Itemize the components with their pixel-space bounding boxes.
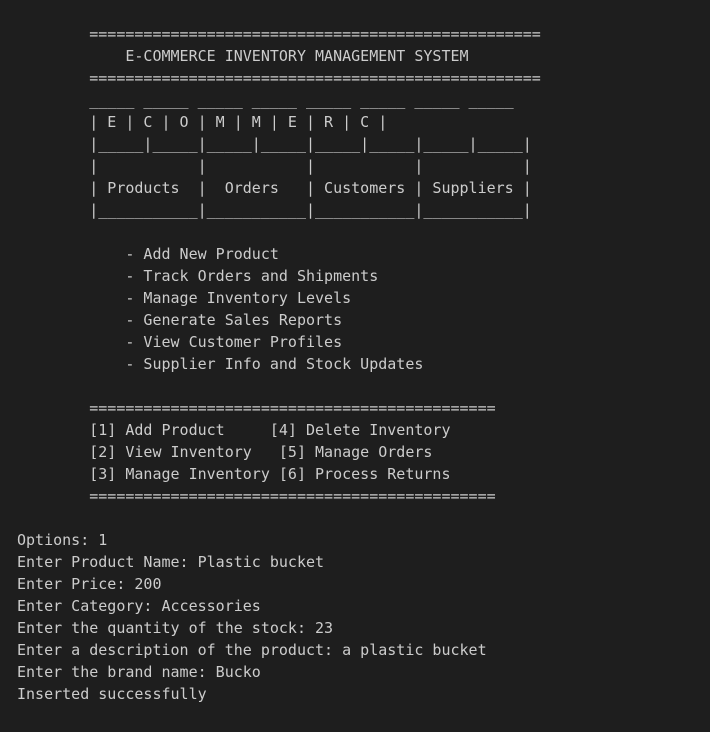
banner-rule-bottom: ========================================…	[17, 69, 541, 87]
menu-row: [1] Add Product [4] Delete Inventory	[17, 421, 451, 439]
ascii-art-line: _____ _____ _____ _____ _____ _____ ____…	[17, 91, 514, 109]
feature-item: - Generate Sales Reports	[17, 311, 343, 329]
ascii-art-line: | | | | |	[17, 157, 532, 175]
session-line: Enter the brand name: Bucko	[17, 663, 261, 681]
menu-row: [3] Manage Inventory [6] Process Returns	[17, 465, 451, 483]
status-message: Inserted successfully	[17, 685, 207, 703]
ascii-art-line: | Products | Orders | Customers | Suppli…	[17, 179, 532, 197]
ascii-art-line: |___________|___________|___________|___…	[17, 201, 532, 219]
ascii-art-line: |_____|_____|_____|_____|_____|_____|___…	[17, 135, 532, 153]
banner-title: E-COMMERCE INVENTORY MANAGEMENT SYSTEM	[17, 47, 469, 65]
feature-item: - Manage Inventory Levels	[17, 289, 352, 307]
ascii-art-line: | E | C | O | M | M | E | R | C |	[17, 113, 388, 131]
session-line: Options: 1	[17, 531, 108, 549]
menu-rule-bottom: ========================================…	[17, 487, 496, 505]
feature-item: - View Customer Profiles	[17, 333, 343, 351]
terminal-output[interactable]: ========================================…	[0, 0, 710, 732]
session-line: Enter the quantity of the stock: 23	[17, 619, 334, 637]
session-line: Enter Price: 200	[17, 575, 162, 593]
banner-rule-top: ========================================…	[17, 25, 541, 43]
menu-rule-top: ========================================…	[17, 399, 496, 417]
session-line: Enter Category: Accessories	[17, 597, 261, 615]
menu-row: [2] View Inventory [5] Manage Orders	[17, 443, 433, 461]
session-line: Enter a description of the product: a pl…	[17, 641, 487, 659]
session-line: Enter Product Name: Plastic bucket	[17, 553, 325, 571]
feature-item: - Track Orders and Shipments	[17, 267, 379, 285]
feature-item: - Add New Product	[17, 245, 279, 263]
feature-item: - Supplier Info and Stock Updates	[17, 355, 424, 373]
